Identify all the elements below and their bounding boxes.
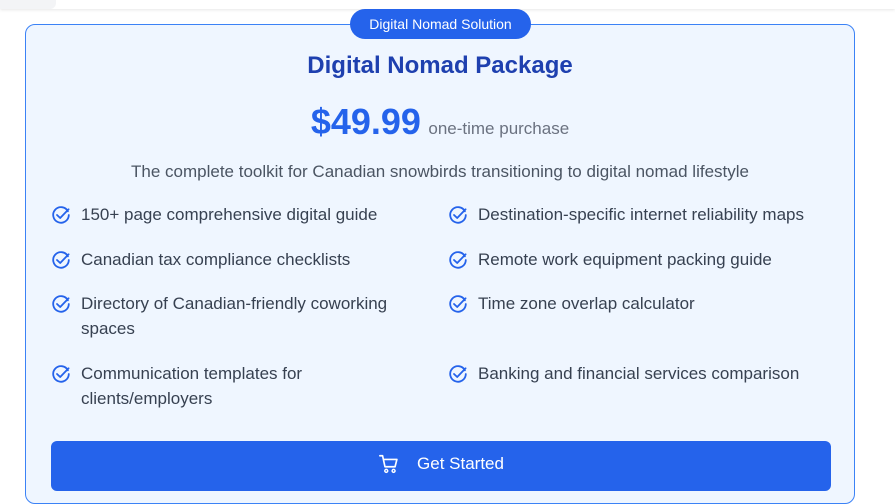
feature-item: Communication templates for clients/empl… (51, 362, 381, 411)
feature-label: Canadian tax compliance checklists (81, 250, 351, 269)
feature-item: Time zone overlap calculator (448, 292, 848, 317)
get-started-label: Get Started (417, 454, 504, 473)
price: $49.99 (310, 101, 421, 142)
price-note: one-time purchase (428, 119, 570, 138)
check-circle-icon (52, 295, 70, 313)
package-description: The complete toolkit for Canadian snowbi… (131, 162, 749, 181)
top-bar-tab (0, 0, 56, 9)
feature-item: Destination-specific internet reliabilit… (448, 203, 848, 228)
price-row: $49.99 one-time purchase (25, 99, 855, 153)
feature-label: 150+ page comprehensive digital guide (81, 205, 378, 224)
get-started-button[interactable]: Get Started (51, 441, 831, 491)
check-circle-icon (52, 206, 70, 224)
check-circle-icon (449, 295, 467, 313)
top-bar (0, 0, 895, 9)
check-circle-icon (449, 365, 467, 383)
feature-item: Banking and financial services compariso… (448, 362, 848, 387)
check-circle-icon (449, 251, 467, 269)
check-circle-icon (52, 251, 70, 269)
feature-item: Canadian tax compliance checklists (51, 248, 411, 273)
check-circle-icon (52, 365, 70, 383)
feature-item: 150+ page comprehensive digital guide (51, 203, 411, 228)
feature-label: Destination-specific internet reliabilit… (478, 205, 804, 224)
feature-label: Communication templates for clients/empl… (81, 364, 303, 408)
check-circle-icon (449, 206, 467, 224)
feature-item: Directory of Canadian-friendly coworking… (51, 292, 411, 341)
feature-label: Time zone overlap calculator (478, 294, 695, 313)
feature-item: Remote work equipment packing guide (448, 248, 848, 273)
package-title: Digital Nomad Package (307, 52, 573, 79)
feature-label: Directory of Canadian-friendly coworking… (81, 294, 388, 338)
feature-label: Banking and financial services compariso… (478, 364, 800, 383)
package-badge: Digital Nomad Solution (350, 9, 531, 39)
feature-label: Remote work equipment packing guide (478, 250, 772, 269)
shopping-cart-icon (379, 454, 398, 474)
